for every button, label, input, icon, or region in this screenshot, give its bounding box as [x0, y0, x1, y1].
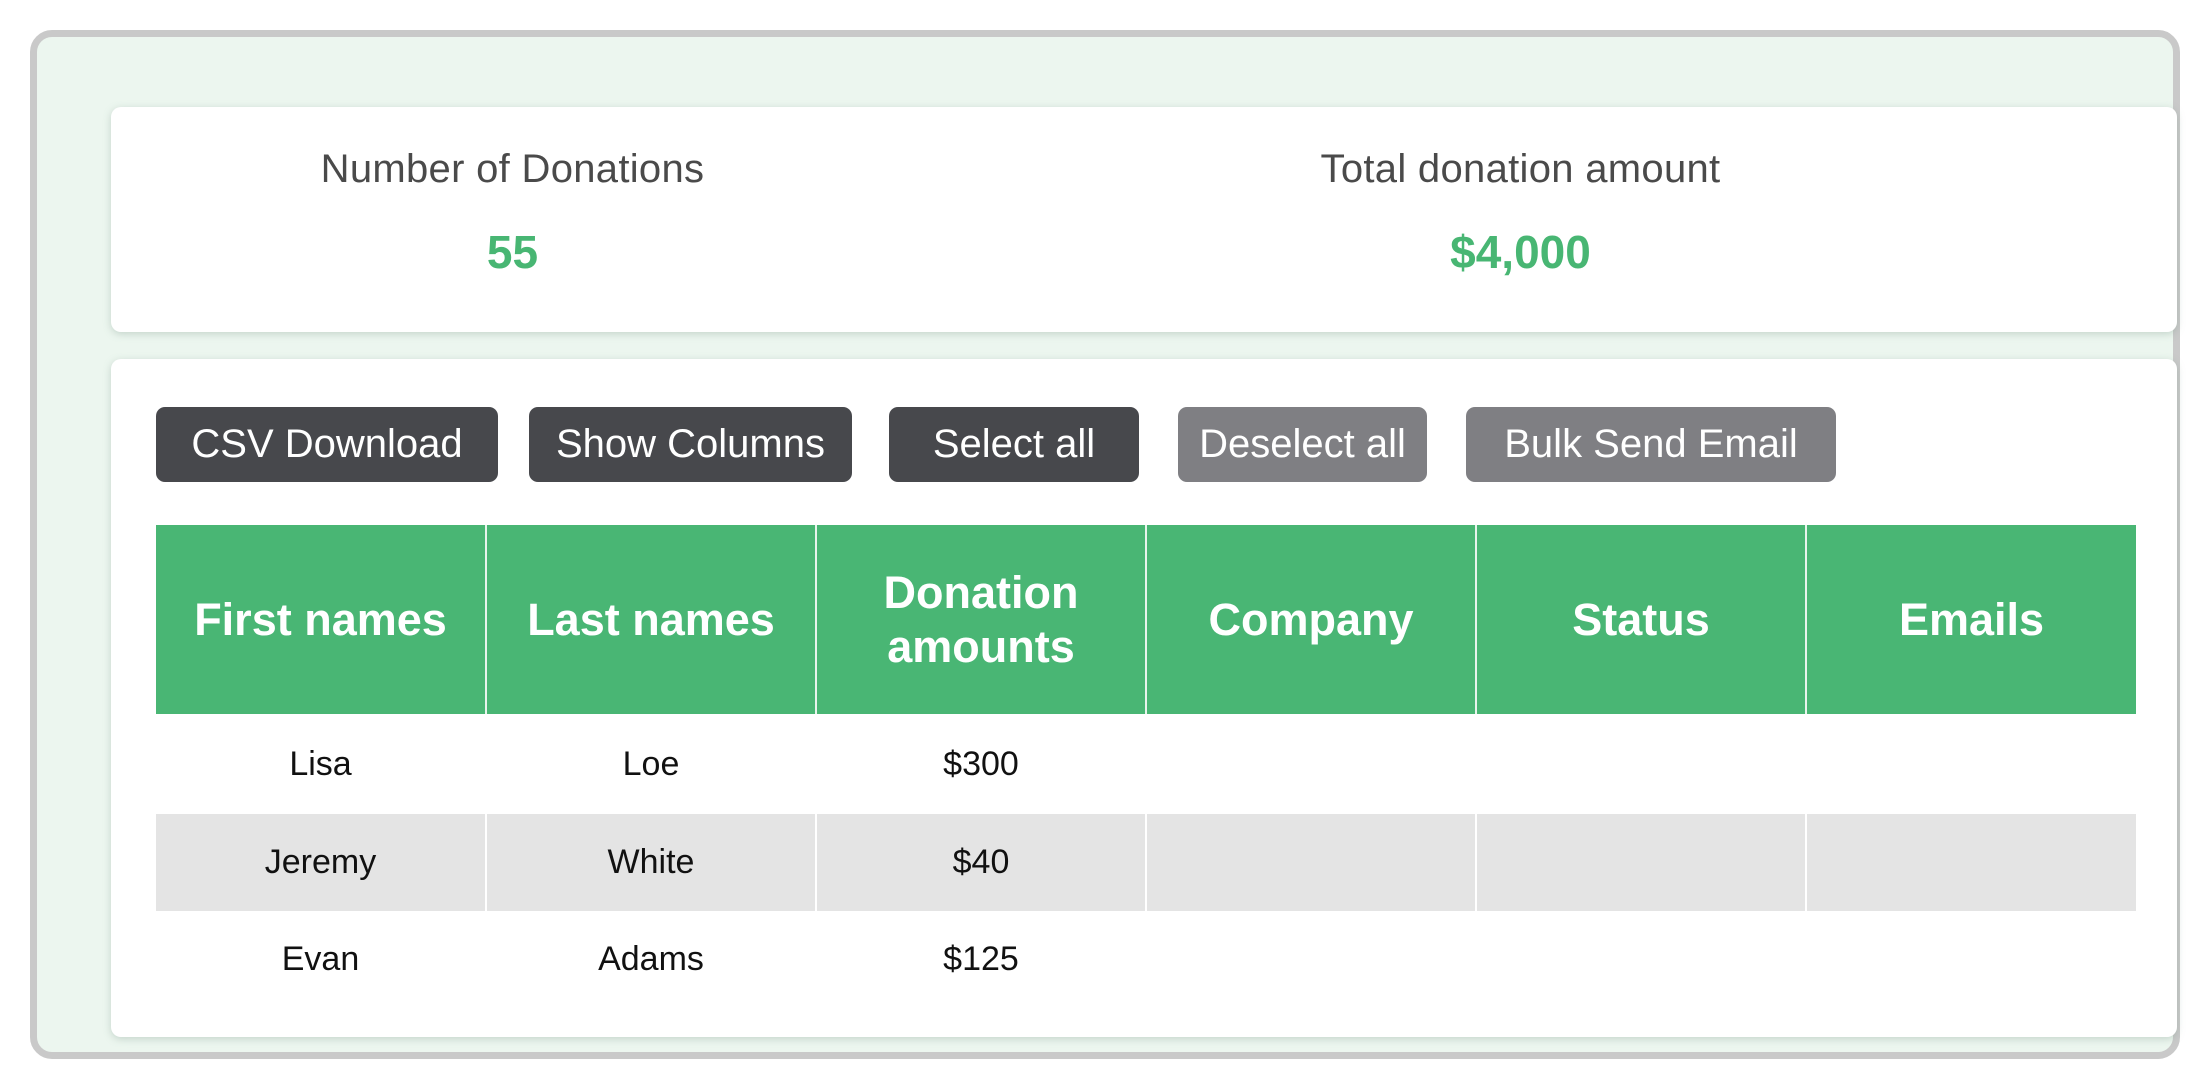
cell-first-name: Evan	[156, 911, 487, 1008]
bulk-send-email-button[interactable]: Bulk Send Email	[1466, 407, 1836, 482]
cell-donation-amount: $40	[815, 814, 1147, 911]
donations-table-card: CSV Download Show Columns Select all Des…	[111, 359, 2177, 1037]
csv-download-button[interactable]: CSV Download	[156, 407, 498, 482]
column-header-donation-amounts[interactable]: Donation amounts	[815, 525, 1147, 714]
deselect-all-button[interactable]: Deselect all	[1178, 407, 1427, 482]
cell-status	[1475, 814, 1807, 911]
table-row[interactable]: Lisa Loe $300	[156, 714, 2136, 814]
column-header-company[interactable]: Company	[1145, 525, 1477, 714]
stats-card: Number of Donations 55 Total donation am…	[111, 107, 2177, 332]
column-header-last-names[interactable]: Last names	[485, 525, 817, 714]
total-amount-stat: Total donation amount $4,000	[1144, 107, 2177, 332]
cell-first-name: Lisa	[156, 714, 487, 814]
cell-first-name: Jeremy	[156, 814, 487, 911]
cell-donation-amount: $125	[815, 911, 1147, 1008]
select-all-button[interactable]: Select all	[889, 407, 1139, 482]
cell-company	[1145, 714, 1477, 814]
cell-email	[1805, 714, 2136, 814]
table-header-row: First names Last names Donation amounts …	[156, 525, 2136, 714]
show-columns-button[interactable]: Show Columns	[529, 407, 852, 482]
cell-company	[1145, 814, 1477, 911]
cell-status	[1475, 911, 1807, 1008]
donations-table: First names Last names Donation amounts …	[156, 525, 2136, 1008]
column-header-emails[interactable]: Emails	[1805, 525, 2136, 714]
table-row[interactable]: Evan Adams $125	[156, 911, 2136, 1008]
cell-company	[1145, 911, 1477, 1008]
cell-email	[1805, 814, 2136, 911]
cell-donation-amount: $300	[815, 714, 1147, 814]
column-header-first-names[interactable]: First names	[156, 525, 487, 714]
table-row[interactable]: Jeremy White $40	[156, 814, 2136, 911]
cell-last-name: White	[485, 814, 817, 911]
dashboard-frame: Number of Donations 55 Total donation am…	[30, 30, 2180, 1059]
cell-last-name: Loe	[485, 714, 817, 814]
cell-email	[1805, 911, 2136, 1008]
column-header-status[interactable]: Status	[1475, 525, 1807, 714]
total-amount-value: $4,000	[1450, 226, 1591, 278]
donation-count-stat: Number of Donations 55	[111, 107, 1144, 332]
total-amount-label: Total donation amount	[1320, 147, 1721, 191]
cell-status	[1475, 714, 1807, 814]
cell-last-name: Adams	[485, 911, 817, 1008]
